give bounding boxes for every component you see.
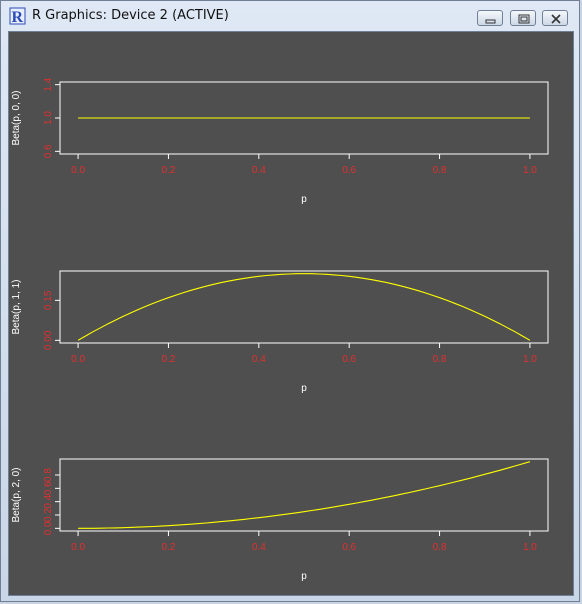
close-icon — [551, 14, 561, 24]
plot-2-y-tick-label: 0.00 — [43, 330, 54, 350]
plot-3-x-tick-label: 1.0 — [523, 542, 537, 553]
plot-3-x-tick-label: 0.8 — [433, 542, 447, 553]
plot-3-y-axis-title: Beta(p, 2, 0) — [11, 467, 22, 522]
r-graphics-window: R R Graphics: Device 2 (ACTIVE) 0.0 0.2 0.… — [0, 0, 580, 602]
plot-2-x-tick-label: 0.8 — [433, 354, 447, 365]
r-logo-icon: R — [9, 7, 26, 25]
svg-text:R: R — [12, 9, 24, 25]
plot-1-y-tick-label: 1.4 — [43, 77, 54, 91]
plot-3-x-axis-title: p — [301, 571, 307, 582]
restore-icon — [518, 14, 530, 24]
plot-1-x-tick-label: 0.2 — [161, 165, 175, 176]
restore-button[interactable] — [510, 10, 536, 26]
plot-3-x-tick-label: 0.4 — [252, 542, 266, 553]
plot-2-x-tick-label: 0.2 — [161, 354, 175, 365]
plot-3-y-tick-label: 0.4 — [43, 494, 54, 508]
plot-1-x-tick-label: 0.6 — [342, 165, 356, 176]
plot-2-x-tick-label: 0.6 — [342, 354, 356, 365]
plot-1-x-tick-label: 1.0 — [523, 165, 537, 176]
plot-3-x-tick-label: 0.2 — [161, 542, 175, 553]
plot-3-x-tick-label: 0.6 — [342, 542, 356, 553]
plot-1-x-tick-label: 0.0 — [71, 165, 85, 176]
plot-2-frame — [59, 270, 549, 344]
plot-2-x-tick-label: 1.0 — [523, 354, 537, 365]
plot-3-x-tick-label: 0.0 — [71, 542, 85, 553]
plot-1-x-tick-label: 0.8 — [433, 165, 447, 176]
plot-1-y-axis-title: Beta(p, 0, 0) — [11, 90, 22, 145]
plot-device-area: 0.0 0.2 0.4 0.6 0.8 1.0 0.6 1.0 1.4 p Beta(p, 0, 0… — [8, 31, 574, 596]
plot-3-y-tick-label: 0.8 — [43, 468, 54, 482]
plot-3-series-line — [78, 461, 531, 529]
plot-1-y-tick-label: 0.6 — [43, 144, 54, 158]
minimize-icon — [485, 19, 496, 24]
plot-3-frame — [59, 458, 549, 532]
plot-2-x-tick-label: 0.0 — [71, 354, 85, 365]
plot-3-y-tick-label: 0.2 — [43, 508, 54, 522]
plot-2-y-tick-label: 0.15 — [43, 290, 54, 310]
plot-2-x-axis-title: p — [301, 383, 307, 394]
window-title: R Graphics: Device 2 (ACTIVE) — [32, 8, 229, 23]
plot-3-y-tick-label: 0.0 — [43, 521, 54, 535]
plot-1-x-tick-label: 0.4 — [252, 165, 266, 176]
title-bar[interactable]: R R Graphics: Device 2 (ACTIVE) — [1, 1, 581, 31]
plot-2-x-tick-label: 0.4 — [252, 354, 266, 365]
close-button[interactable] — [542, 10, 568, 26]
plot-3-y-tick-label: 0.6 — [43, 481, 54, 495]
plot-2-series-line — [77, 273, 531, 341]
plot-canvas: 0.0 0.2 0.4 0.6 0.8 1.00.61.01.4pBeta(p, 0, 0… — [11, 77, 549, 582]
plot-1-x-axis-title: p — [301, 194, 307, 205]
plot-2-y-axis-title: Beta(p, 1, 1) — [11, 279, 22, 334]
plot-1-y-tick-label: 1.0 — [43, 111, 54, 125]
minimize-button[interactable] — [477, 10, 503, 26]
